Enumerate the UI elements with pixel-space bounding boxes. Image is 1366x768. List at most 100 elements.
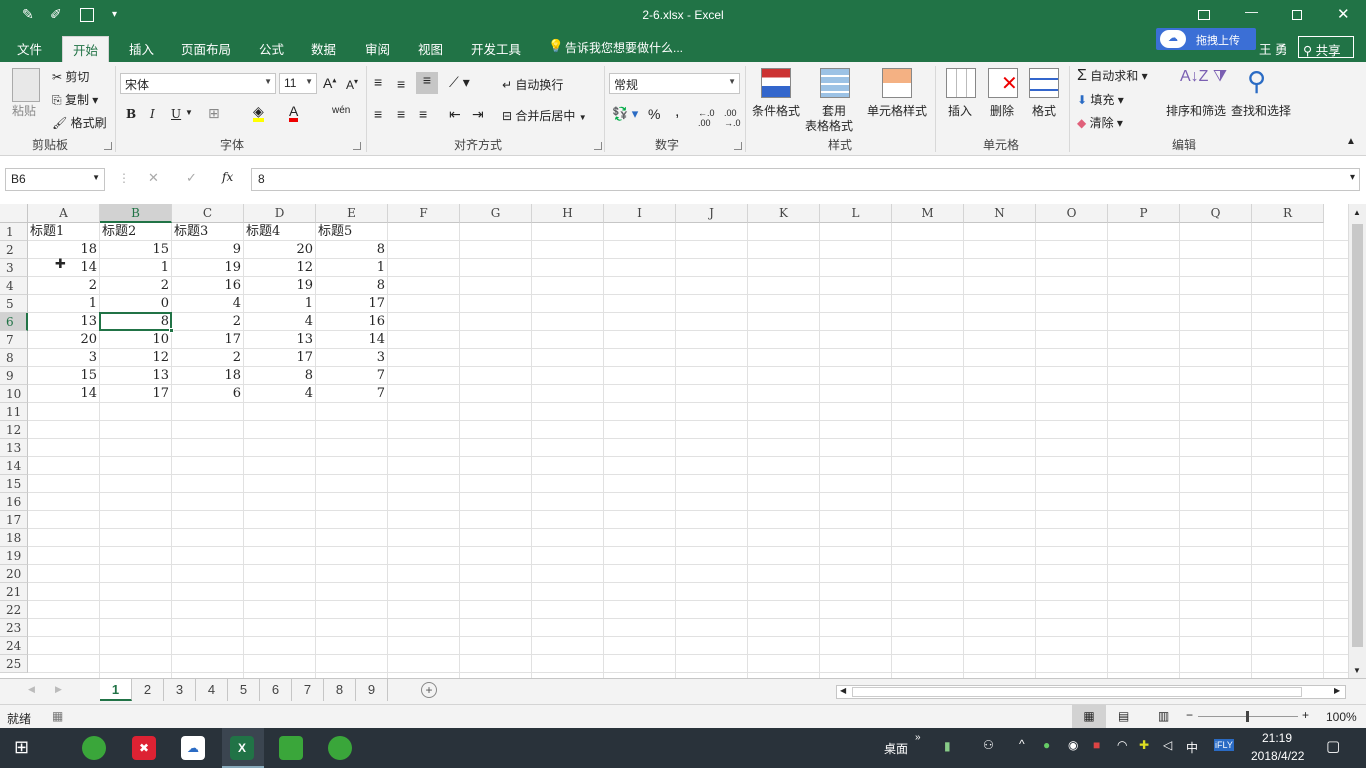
row-header[interactable]: 25	[0, 655, 28, 673]
row-header[interactable]: 3	[0, 259, 28, 277]
tray-app-icon[interactable]: ■	[1093, 738, 1100, 752]
cell-c7[interactable]: 17	[172, 331, 243, 349]
zoom-out-icon[interactable]: −	[1186, 708, 1193, 722]
sheet-tab-4[interactable]: 4	[196, 679, 228, 701]
cell-a1[interactable]: 标题1	[28, 223, 99, 241]
page-layout-view-icon[interactable]: ▤	[1118, 709, 1129, 723]
borders-icon[interactable]: ⊞	[208, 105, 220, 122]
fill-handle[interactable]	[169, 328, 174, 333]
ifly-icon[interactable]: iFLY	[1214, 739, 1234, 751]
cell-d2[interactable]: 20	[244, 241, 315, 259]
row-header[interactable]: 8	[0, 349, 28, 367]
clock-date[interactable]: 2018/4/22	[1251, 749, 1304, 763]
column-header-b[interactable]: B	[100, 204, 172, 223]
align-center-icon[interactable]: ≡	[397, 106, 405, 122]
column-header-m[interactable]: M	[892, 204, 964, 223]
cell-d5[interactable]: 1	[244, 295, 315, 313]
minimize-icon[interactable]: —	[1245, 4, 1258, 19]
cell-b4[interactable]: 2	[100, 277, 171, 295]
cell-e10[interactable]: 7	[316, 385, 387, 403]
font-color-icon[interactable]: A	[289, 104, 299, 122]
tab-developer[interactable]: 开发工具	[471, 39, 521, 58]
cell-d3[interactable]: 12	[244, 259, 315, 277]
cancel-icon[interactable]: ✕	[148, 170, 159, 186]
add-sheet-icon[interactable]: +	[421, 682, 437, 698]
column-header-d[interactable]: D	[244, 204, 316, 223]
row-header[interactable]: 6	[0, 313, 28, 331]
clear-button[interactable]: ◆ 清除 ▾	[1077, 114, 1123, 131]
enter-icon[interactable]: ✓	[186, 170, 197, 186]
tray-plus-icon[interactable]: ✚	[1139, 738, 1149, 752]
align-left-icon[interactable]: ≡	[374, 106, 382, 122]
align-top-icon[interactable]: ≡	[374, 74, 382, 90]
cell-e1[interactable]: 标题5	[316, 223, 387, 241]
share-button[interactable]: ⚲ 共享	[1298, 36, 1354, 58]
close-icon[interactable]: ✕	[1337, 5, 1350, 23]
grow-font-icon[interactable]: A▴	[323, 75, 336, 91]
column-header-h[interactable]: H	[532, 204, 604, 223]
tab-formulas[interactable]: 公式	[259, 39, 284, 58]
browser-360-icon[interactable]	[82, 736, 106, 760]
cell-b9[interactable]: 13	[100, 367, 171, 385]
worksheet-grid[interactable]: ABCDEFGHIJKLMNOPQR 1 2 3 4 5 6 7 8 9 10 11 12 13 14 15…	[0, 204, 1348, 678]
decrease-indent-icon[interactable]: ⇤	[449, 106, 461, 123]
row-header[interactable]: 22	[0, 601, 28, 619]
column-header-a[interactable]: A	[28, 204, 100, 223]
clock-time[interactable]: 21:19	[1262, 731, 1292, 745]
tab-home[interactable]: 开始	[62, 36, 110, 62]
zoom-in-icon[interactable]: +	[1302, 708, 1309, 722]
font-size-combo[interactable]: 11 ▼	[279, 73, 317, 94]
cell-e9[interactable]: 7	[316, 367, 387, 385]
restore-icon[interactable]	[1292, 10, 1302, 20]
zoom-thumb[interactable]	[1246, 711, 1249, 722]
column-header-l[interactable]: L	[820, 204, 892, 223]
underline-button[interactable]: U	[171, 107, 181, 121]
wechat-icon[interactable]	[328, 736, 352, 760]
row-header[interactable]: 9	[0, 367, 28, 385]
row-header[interactable]: 11	[0, 403, 28, 421]
collapse-ribbon-icon[interactable]: ▲	[1346, 136, 1356, 147]
cell-b2[interactable]: 15	[100, 241, 171, 259]
cut-button[interactable]: ✂ 剪切	[52, 68, 89, 85]
cell-d4[interactable]: 19	[244, 277, 315, 295]
row-header[interactable]: 18	[0, 529, 28, 547]
column-header-q[interactable]: Q	[1180, 204, 1252, 223]
select-all-corner[interactable]	[0, 204, 28, 223]
cell-c8[interactable]: 2	[172, 349, 243, 367]
row-header[interactable]: 12	[0, 421, 28, 439]
magnifier-icon[interactable]: ⚲	[1247, 66, 1266, 97]
macro-record-icon[interactable]: ▦	[52, 709, 63, 723]
volume-icon[interactable]: ◁	[1163, 738, 1172, 752]
cell-a9[interactable]: 15	[28, 367, 99, 385]
row-header[interactable]: 2	[0, 241, 28, 259]
people-icon[interactable]: ⚇	[983, 738, 994, 752]
cell-c3[interactable]: 19	[172, 259, 243, 277]
wrap-text-button[interactable]: ↵ 自动换行	[502, 76, 563, 93]
name-box[interactable]: B6 ▼	[5, 168, 105, 191]
fill-color-icon[interactable]: ◈	[253, 104, 264, 122]
sort-filter-button[interactable]: 排序和筛选	[1166, 102, 1226, 119]
tab-insert[interactable]: 插入	[129, 39, 154, 58]
cell-b7[interactable]: 10	[100, 331, 171, 349]
row-header[interactable]: 14	[0, 457, 28, 475]
merge-center-button[interactable]: ⊟ 合并后居中 ▼	[502, 107, 587, 124]
user-name[interactable]: 王 勇	[1259, 39, 1287, 58]
tab-review[interactable]: 审阅	[365, 39, 390, 58]
cell-c4[interactable]: 16	[172, 277, 243, 295]
paste-button[interactable]: 粘贴	[12, 102, 36, 119]
next-sheet-icon[interactable]: ▶	[55, 684, 62, 695]
row-header[interactable]: 15	[0, 475, 28, 493]
cell-c6[interactable]: 2	[172, 313, 243, 331]
upload-button[interactable]: ☁ 拖拽上传	[1156, 28, 1256, 50]
sheet-tab-6[interactable]: 6	[260, 679, 292, 701]
cell-b10[interactable]: 17	[100, 385, 171, 403]
copy-button[interactable]: ⎘ 复制 ▾	[52, 91, 98, 108]
increase-indent-icon[interactable]: ⇥	[472, 106, 484, 123]
windows-start-icon[interactable]: ⊞	[14, 737, 29, 758]
clipboard-launcher-icon[interactable]	[104, 142, 112, 150]
scroll-down-icon[interactable]: ▼	[1353, 666, 1361, 675]
row-header[interactable]: 16	[0, 493, 28, 511]
row-header[interactable]: 19	[0, 547, 28, 565]
column-header-c[interactable]: C	[172, 204, 244, 223]
number-format-combo[interactable]: 常规 ▼	[609, 73, 740, 94]
